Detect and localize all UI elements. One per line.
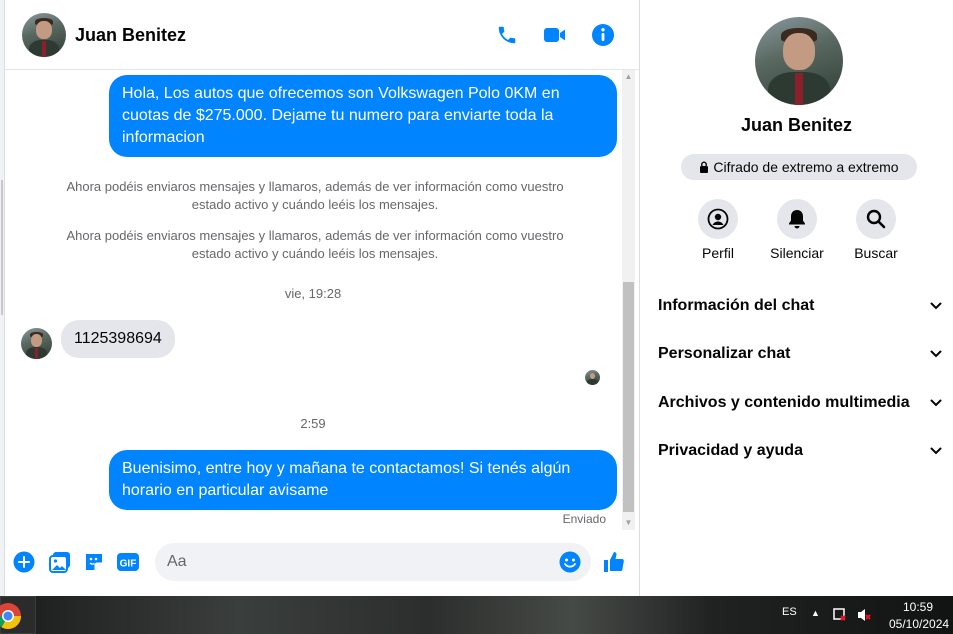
volume-muted-icon[interactable] xyxy=(856,607,872,623)
chevron-down-icon xyxy=(930,350,942,358)
contact-name[interactable]: Juan Benitez xyxy=(75,25,186,46)
message-status: Enviado xyxy=(562,512,606,526)
outgoing-message: Buenisimo, entre hoy y mañana te contact… xyxy=(109,450,617,510)
gif-icon[interactable]: GIF xyxy=(116,550,140,574)
timestamp: vie, 19:28 xyxy=(284,286,342,301)
section-chat-info[interactable]: Información del chat xyxy=(658,289,942,323)
language-indicator[interactable]: ES xyxy=(782,606,797,618)
sender-avatar[interactable] xyxy=(21,328,52,359)
profile-avatar[interactable] xyxy=(755,17,843,105)
phone-icon[interactable] xyxy=(494,22,520,48)
lock-icon xyxy=(700,161,709,173)
contact-avatar[interactable] xyxy=(22,13,66,57)
message-list: Hola, Los autos que ofrecemos son Volksw… xyxy=(5,70,625,530)
search-action[interactable]: Buscar xyxy=(836,199,916,261)
mute-action[interactable]: Silenciar xyxy=(757,199,837,261)
section-label: Información del chat xyxy=(658,297,815,314)
messenger-window: Juan Benitez Hola, Los autos que ofrecem… xyxy=(0,0,953,634)
section-label: Archivos y contenido multimedia xyxy=(658,394,910,411)
mute-action-label: Silenciar xyxy=(770,245,824,261)
section-media-files[interactable]: Archivos y contenido multimedia xyxy=(658,386,942,420)
emoji-icon[interactable] xyxy=(558,550,582,574)
info-icon[interactable] xyxy=(590,22,616,48)
composer-bar: GIF xyxy=(5,538,639,588)
scroll-down-arrow[interactable]: ▼ xyxy=(622,516,635,530)
scroll-thumb[interactable] xyxy=(623,282,634,512)
plus-icon[interactable] xyxy=(12,550,36,574)
bell-icon[interactable] xyxy=(777,199,817,239)
section-privacy-help[interactable]: Privacidad y ayuda xyxy=(658,434,942,468)
chevron-down-icon xyxy=(930,302,942,310)
os-taskbar: ES ▲ 10:59 05/10/2024 xyxy=(0,596,953,634)
video-icon[interactable] xyxy=(542,22,568,48)
encryption-label: Cifrado de extremo a extremo xyxy=(713,159,899,175)
profile-action-label: Perfil xyxy=(702,245,734,261)
scroll-up-arrow[interactable]: ▲ xyxy=(622,70,635,84)
profile-action[interactable]: Perfil xyxy=(678,199,758,261)
message-scrollbar[interactable]: ▲ ▼ xyxy=(622,70,635,530)
left-edge-marker xyxy=(1,180,3,315)
system-notice: Ahora podéis enviaros mensajes y llamaro… xyxy=(66,179,564,212)
conversation-info-panel: Juan Benitez Cifrado de extremo a extrem… xyxy=(640,0,953,596)
gif-label: GIF xyxy=(120,559,137,570)
like-icon[interactable] xyxy=(602,550,626,574)
section-customize-chat[interactable]: Personalizar chat xyxy=(658,337,942,371)
profile-name: Juan Benitez xyxy=(740,115,853,135)
search-action-label: Buscar xyxy=(854,245,898,261)
network-icon[interactable] xyxy=(832,607,846,623)
profile-icon[interactable] xyxy=(698,199,738,239)
section-label: Privacidad y ayuda xyxy=(658,442,803,459)
read-receipt-avatar xyxy=(585,370,600,385)
sticker-icon[interactable] xyxy=(82,550,106,574)
tray-expand-icon[interactable]: ▲ xyxy=(811,608,820,618)
incoming-message: 1125398694 xyxy=(61,320,175,358)
chat-panel: Juan Benitez Hola, Los autos que ofrecem… xyxy=(5,0,640,596)
search-icon[interactable] xyxy=(856,199,896,239)
chevron-down-icon xyxy=(930,399,942,407)
chrome-taskbar-button[interactable] xyxy=(0,596,36,634)
clock-date[interactable]: 05/10/2024 xyxy=(889,617,949,631)
image-icon[interactable] xyxy=(48,550,72,574)
chevron-down-icon xyxy=(930,447,942,455)
encryption-badge[interactable]: Cifrado de extremo a extremo xyxy=(681,154,917,180)
section-label: Personalizar chat xyxy=(658,345,791,362)
outgoing-message: Hola, Los autos que ofrecemos son Volksw… xyxy=(109,75,617,157)
message-input[interactable] xyxy=(155,543,591,581)
timestamp: 2:59 xyxy=(300,416,326,431)
chat-header: Juan Benitez xyxy=(5,0,639,70)
chrome-icon xyxy=(0,603,22,630)
clock-time[interactable]: 10:59 xyxy=(903,600,933,614)
system-notice: Ahora podéis enviaros mensajes y llamaro… xyxy=(66,228,564,261)
